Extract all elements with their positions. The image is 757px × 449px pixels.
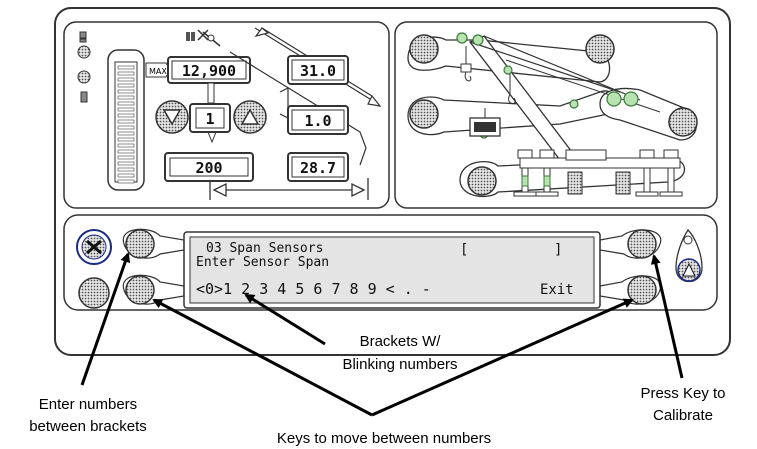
max-badge: MAX [145, 62, 171, 78]
load-value: 12,900 [182, 62, 236, 80]
lcd-bracket-close: ] [554, 242, 562, 258]
boom-button-2[interactable] [409, 99, 439, 129]
bar-segment [117, 125, 135, 130]
bar-segment [117, 173, 135, 178]
bar-segment [117, 119, 135, 124]
weight-value: 200 [195, 159, 222, 177]
bar-segment [117, 89, 135, 94]
bar-segment [117, 77, 135, 82]
boom-button-1[interactable] [409, 34, 439, 64]
bar-segment [117, 155, 135, 160]
bar-segment [117, 131, 135, 136]
angle-value: 31.0 [300, 62, 336, 80]
move-right-key[interactable] [627, 275, 657, 305]
load-bar-graph [107, 49, 145, 191]
boom-button-3[interactable] [585, 34, 615, 64]
bar-segment [117, 167, 135, 172]
lcd-digit-row: <0>1 2 3 4 5 6 7 8 9 < . - [196, 280, 431, 298]
annotation-brackets-line2: Blinking numbers [342, 356, 457, 373]
boom-button-4[interactable] [668, 107, 698, 137]
bar-segment [117, 161, 135, 166]
calibrate-key[interactable] [627, 229, 657, 259]
bar-segment [117, 143, 135, 148]
bar-segment [117, 149, 135, 154]
bar-segment [117, 101, 135, 106]
crane-display-diagram: MAX 12,900 1 200 31.0 1.0 28.7 03 Span S… [29, 7, 731, 447]
bar-segment [117, 65, 135, 70]
max-label: MAX [149, 67, 167, 76]
annotation-enter-line2: between brackets [29, 418, 147, 435]
enter-numbers-key[interactable] [125, 229, 155, 259]
bar-segment [117, 179, 135, 184]
annotation-press-line1: Press Key to [640, 385, 725, 402]
bar-segment [117, 71, 135, 76]
annotation-press-line2: Calibrate [653, 407, 713, 424]
lcd-line1-title: 03 Span Sensors [206, 241, 323, 256]
move-left-key[interactable] [125, 275, 155, 305]
length-value: 28.7 [300, 159, 336, 177]
bar-segment [117, 95, 135, 100]
bar-segment [117, 137, 135, 142]
ratio-value: 1.0 [304, 112, 331, 130]
lcd-line2: Enter Sensor Span [196, 255, 329, 270]
function-key-lower-left[interactable] [78, 277, 110, 309]
outrigger-button[interactable] [467, 166, 497, 196]
bar-segment [117, 107, 135, 112]
lcd-exit-label: Exit [540, 282, 574, 298]
lcd-bracket-open: [ [460, 242, 468, 258]
annotation-enter-line1: Enter numbers [39, 396, 137, 413]
reeve-stem [207, 82, 215, 104]
annotation-keys-move: Keys to move between numbers [277, 430, 491, 447]
annotation-brackets-line1: Brackets W/ [360, 333, 442, 350]
bar-segment [117, 113, 135, 118]
bar-segment [117, 83, 135, 88]
reeve-value: 1 [205, 110, 214, 128]
